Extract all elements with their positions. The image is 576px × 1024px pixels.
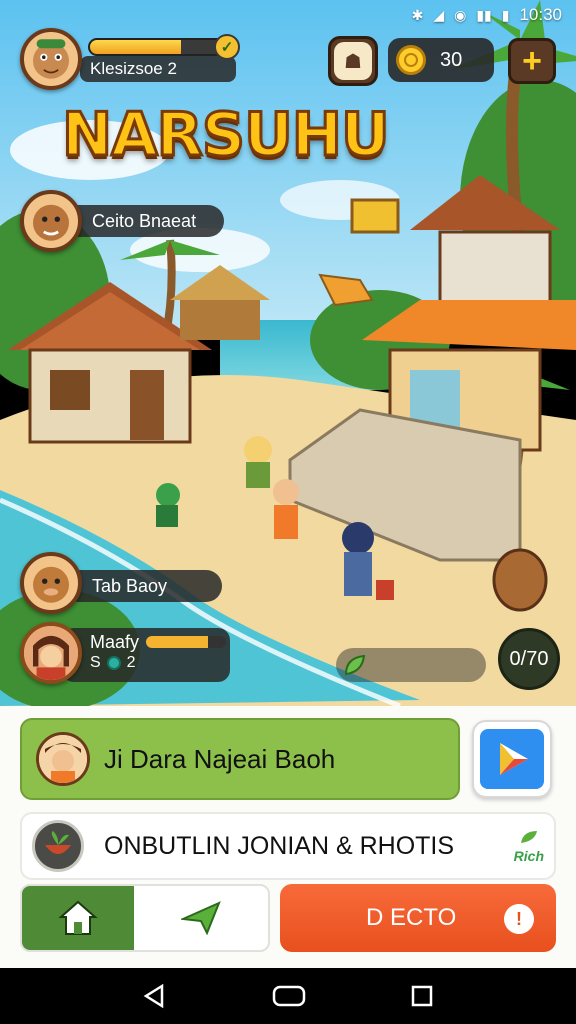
home-button[interactable] [22, 886, 134, 950]
news-badge-text: Rich [513, 847, 544, 864]
back-icon[interactable] [142, 983, 168, 1009]
play-store-button[interactable] [472, 720, 552, 798]
timer-counter: 0/70 [498, 628, 560, 690]
home-nav-icon[interactable] [272, 984, 306, 1008]
friend-gems: 2 [126, 654, 136, 671]
signal-icon: ▮▮ [476, 6, 492, 23]
info-icon: ! [504, 904, 534, 934]
friend-level: S [90, 654, 101, 671]
game-title: NARSUHU [61, 99, 392, 172]
villager-yellow [244, 436, 272, 488]
home-icon [58, 900, 98, 935]
shop-icon: ☗ [334, 42, 372, 80]
system-nav-bar [0, 968, 576, 1024]
coin-icon [396, 45, 426, 75]
npc-avatar[interactable] [20, 190, 82, 252]
friend-progress-fill [146, 636, 209, 648]
player-name: Klesizsoe 2 [80, 56, 236, 82]
npc-avatar[interactable] [20, 552, 82, 614]
bottom-nav [20, 884, 270, 952]
coin-count: 30 [440, 48, 463, 71]
coin-counter[interactable]: 30 [388, 38, 494, 82]
alarm-icon: ◉ [454, 6, 467, 23]
leaf-icon [344, 654, 366, 676]
send-icon [181, 901, 221, 935]
status-bar: ✱ ◢ ◉ ▮▮ ▮ 10:30 [0, 0, 576, 30]
xp-progress-fill [90, 40, 181, 54]
quest-label: Ji Dara Najeai Baoh [104, 743, 336, 774]
bowl-icon [32, 820, 84, 872]
action-label: D ECTO [366, 904, 457, 931]
friend-avatar[interactable] [20, 622, 82, 684]
recents-icon[interactable] [410, 984, 434, 1008]
villager-green [156, 483, 180, 527]
news-badge: Rich [514, 829, 544, 864]
friend-stats: S 2 [90, 654, 230, 672]
news-banner[interactable]: ONBUTLIN JONIAN & RHOTIS Rich [20, 812, 556, 880]
npc-name-tag: Tab Baoy [62, 570, 222, 602]
quest-giver-avatar [36, 732, 90, 786]
leaf-icon [520, 830, 537, 843]
friend-progress-bar [146, 636, 226, 648]
shop-button[interactable]: ☗ [328, 36, 378, 86]
action-panel: Ji Dara Najeai Baoh ONBUTLIN JONIAN & RH… [0, 706, 576, 968]
action-button[interactable]: D ECTO ! [280, 884, 556, 952]
add-coins-button[interactable]: + [508, 38, 556, 84]
gem-icon [106, 656, 121, 670]
player-avatar[interactable] [20, 28, 82, 90]
tool-slot[interactable] [336, 648, 486, 682]
news-label: ONBUTLIN JONIAN & RHOTIS [104, 831, 455, 860]
bluetooth-icon: ✱ [411, 6, 424, 23]
battery-icon: ▮ [501, 6, 510, 23]
check-icon: ✓ [214, 34, 240, 60]
send-button[interactable] [134, 886, 268, 950]
npc-name-tag: Ceito Bnaeat [62, 205, 224, 237]
play-icon [500, 743, 528, 775]
plus-icon: + [522, 41, 542, 80]
quest-button[interactable]: Ji Dara Najeai Baoh [20, 718, 460, 800]
status-time: 10:30 [519, 5, 562, 24]
game-scene[interactable]: ✓ Klesizsoe 2 ☗ 30 + NARSUHU Ceito Bnaea… [0, 0, 576, 706]
villager-orange [273, 479, 299, 539]
signal-icon: ◢ [433, 6, 445, 23]
friend-card[interactable]: Maafy S 2 [62, 628, 230, 682]
